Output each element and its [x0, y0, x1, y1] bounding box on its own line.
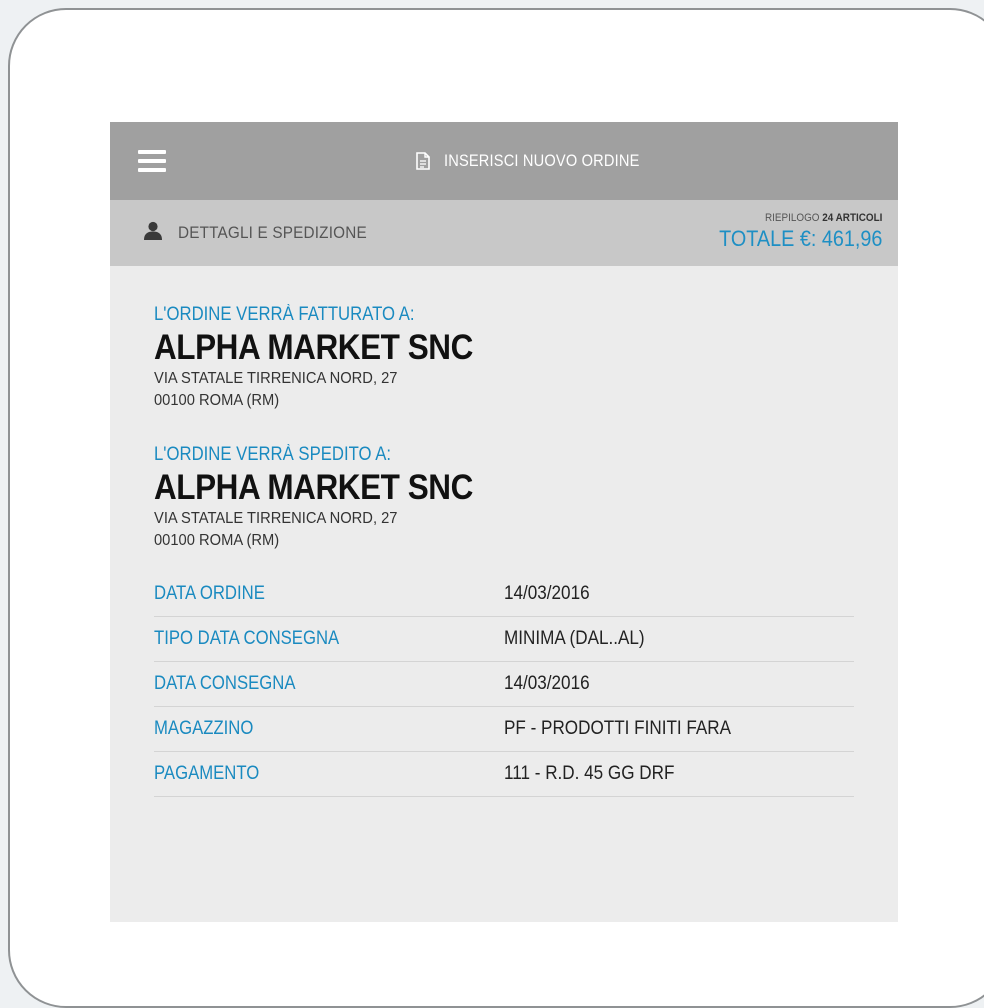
billing-company: ALPHA MARKET SNC — [154, 328, 473, 367]
summary-prefix: RIEPILOGO — [764, 212, 820, 224]
user-icon — [144, 221, 162, 240]
detail-value: MINIMA (DAL..AL) — [504, 628, 645, 649]
details-table: DATA ORDINE 14/03/2016 TIPO DATA CONSEGN… — [154, 572, 854, 797]
billing-block: L'ORDINE VERRÀ FATTURATO A: ALPHA MARKET… — [154, 304, 898, 412]
details-tab-label[interactable]: DETTAGLI E SPEDIZIONE — [178, 223, 367, 243]
billing-label: L'ORDINE VERRÀ FATTURATO A: — [154, 304, 415, 325]
details-tab-bar: DETTAGLI E SPEDIZIONE RIEPILOGO 24 ARTIC… — [110, 200, 898, 266]
app-screen: INSERISCI NUOVO ORDINE DETTAGLI E SPEDIZ… — [110, 122, 898, 922]
document-icon — [416, 152, 431, 170]
order-total: TOTALE €: 461,96 — [718, 226, 882, 251]
order-details-content: L'ORDINE VERRÀ FATTURATO A: ALPHA MARKET… — [110, 266, 898, 797]
order-summary[interactable]: RIEPILOGO 24 ARTICOLI TOTALE €: 461,96 — [701, 212, 882, 252]
detail-label: MAGAZZINO — [154, 718, 254, 739]
detail-row-tipo-data-consegna: TIPO DATA CONSEGNA MINIMA (DAL..AL) — [154, 617, 854, 662]
detail-value: 14/03/2016 — [504, 583, 590, 604]
detail-row-data-consegna: DATA CONSEGNA 14/03/2016 — [154, 662, 854, 707]
shipping-address-line2: 00100 ROMA (RM) — [154, 532, 280, 549]
summary-articles: 24 ARTICOLI — [821, 212, 882, 224]
billing-address-line1: VIA STATALE TIRRENICA NORD, 27 — [154, 370, 398, 387]
shipping-label: L'ORDINE VERRÀ SPEDITO A: — [154, 444, 392, 465]
detail-row-data-ordine: DATA ORDINE 14/03/2016 — [154, 572, 854, 617]
detail-label: PAGAMENTO — [154, 763, 260, 784]
shipping-company: ALPHA MARKET SNC — [154, 468, 473, 507]
detail-row-pagamento: PAGAMENTO 111 - R.D. 45 GG DRF — [154, 752, 854, 797]
shipping-block: L'ORDINE VERRÀ SPEDITO A: ALPHA MARKET S… — [154, 444, 898, 552]
detail-label: DATA ORDINE — [154, 583, 265, 604]
summary-count: RIEPILOGO 24 ARTICOLI — [719, 212, 882, 224]
detail-value: 14/03/2016 — [504, 673, 590, 694]
shipping-address-line1: VIA STATALE TIRRENICA NORD, 27 — [154, 510, 398, 527]
detail-value: 111 - R.D. 45 GG DRF — [504, 763, 675, 784]
detail-value: PF - PRODOTTI FINITI FARA — [504, 718, 732, 739]
page-title: INSERISCI NUOVO ORDINE — [444, 151, 640, 170]
billing-address-line2: 00100 ROMA (RM) — [154, 392, 280, 409]
page-header: INSERISCI NUOVO ORDINE — [110, 122, 898, 200]
top-bar: INSERISCI NUOVO ORDINE — [110, 122, 898, 200]
detail-row-magazzino: MAGAZZINO PF - PRODOTTI FINITI FARA — [154, 707, 854, 752]
detail-label: TIPO DATA CONSEGNA — [154, 628, 340, 649]
detail-label: DATA CONSEGNA — [154, 673, 296, 694]
